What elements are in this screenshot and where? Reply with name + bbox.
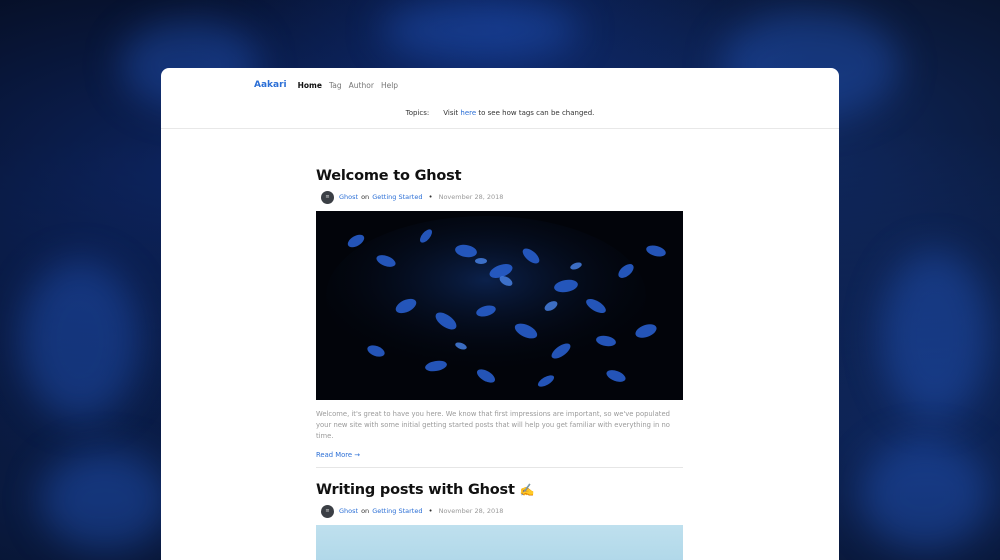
post-tag[interactable]: Getting Started xyxy=(372,193,422,201)
post-on-text: on xyxy=(361,193,370,201)
topics-here-link[interactable]: here xyxy=(460,109,476,117)
ghost-avatar-icon[interactable]: ≡ xyxy=(321,190,334,204)
post-meta: ≡ Ghost on Getting Started • November 28… xyxy=(316,190,683,204)
topics-bar: Topics: Visit here to see how tags can be… xyxy=(161,109,839,117)
bullet-dot-icon: • xyxy=(428,507,433,515)
top-navigation: Aakari Home Tag Author Help xyxy=(161,68,839,102)
post-author[interactable]: Ghost xyxy=(339,193,358,201)
blue-leaves-image xyxy=(316,211,683,400)
topics-suffix: to see how tags can be changed. xyxy=(476,109,595,117)
post-feature-image[interactable] xyxy=(316,525,683,560)
post-divider xyxy=(316,467,683,468)
post-card: Welcome to Ghost ≡ Ghost on Getting Star… xyxy=(316,168,683,468)
post-title[interactable]: Writing posts with Ghost ✍️ xyxy=(316,482,683,498)
post-feature-image[interactable] xyxy=(316,211,683,400)
post-meta: ≡ Ghost on Getting Started • November 28… xyxy=(316,504,683,518)
nav-tag[interactable]: Tag xyxy=(329,81,342,90)
nav-help[interactable]: Help xyxy=(381,81,398,90)
post-excerpt: Welcome, it's great to have you here. We… xyxy=(316,410,670,440)
post-date: November 28, 2018 xyxy=(438,193,504,201)
site-brand[interactable]: Aakari xyxy=(254,80,287,90)
post-title[interactable]: Welcome to Ghost xyxy=(316,168,683,184)
post-author[interactable]: Ghost xyxy=(339,507,358,515)
nav-home[interactable]: Home xyxy=(298,81,322,90)
post-tag[interactable]: Getting Started xyxy=(372,507,422,515)
header-divider xyxy=(161,128,839,129)
post-card: Writing posts with Ghost ✍️ ≡ Ghost on G… xyxy=(316,482,683,560)
read-more-link[interactable]: Read More → xyxy=(316,451,360,459)
post-date: November 28, 2018 xyxy=(438,507,504,515)
browser-page-card: Aakari Home Tag Author Help Topics: Visit… xyxy=(161,68,839,560)
ghost-avatar-icon[interactable]: ≡ xyxy=(321,504,334,518)
bullet-dot-icon: • xyxy=(428,193,433,201)
topics-label: Topics: xyxy=(405,109,430,117)
topics-prefix: Visit xyxy=(443,109,461,117)
post-on-text: on xyxy=(361,507,370,515)
post-title-text: Writing posts with Ghost xyxy=(316,482,515,498)
nav-author[interactable]: Author xyxy=(349,81,374,90)
writing-hand-icon: ✍️ xyxy=(519,483,535,497)
